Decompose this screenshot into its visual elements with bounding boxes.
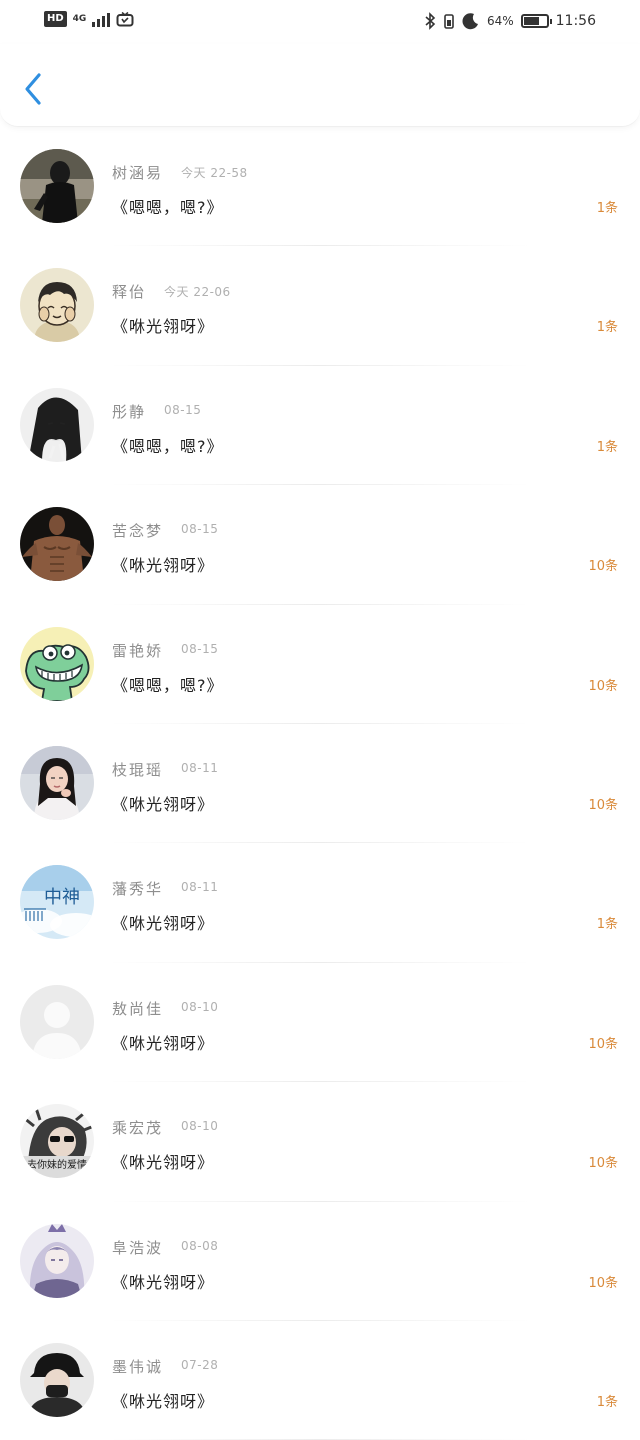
bluetooth-icon bbox=[425, 12, 436, 30]
avatar-image bbox=[20, 1223, 94, 1298]
tv-icon bbox=[116, 11, 134, 27]
sender-name: 释佁 bbox=[112, 283, 147, 302]
avatar[interactable] bbox=[20, 507, 94, 582]
battery-percent: 64% bbox=[486, 14, 514, 28]
message-preview: 《咻光翎呀》 bbox=[112, 1153, 215, 1173]
message-count: 10条 bbox=[588, 1156, 618, 1172]
message-time: 08-15 bbox=[181, 641, 219, 656]
avatar-image bbox=[20, 626, 94, 701]
sender-name: 树涵易 bbox=[112, 164, 164, 182]
avatar-overlay-text: 去你妹的爱情 bbox=[27, 1158, 87, 1171]
message-preview: 《咻光翎呀》 bbox=[112, 794, 215, 814]
message-item[interactable]: 苦念梦 08-15 《咻光翎呀》 10条 bbox=[0, 485, 640, 605]
avatar-image bbox=[20, 1342, 94, 1417]
avatar[interactable] bbox=[20, 387, 94, 462]
message-preview: 《嗯嗯，嗯?》 bbox=[112, 436, 224, 456]
message-time: 08-08 bbox=[181, 1238, 219, 1253]
avatar-image bbox=[20, 507, 94, 582]
message-item[interactable]: 去你妹的爱情 乘宏茂 08-10 《咻光翎呀》 10条 bbox=[0, 1082, 640, 1202]
message-preview: 《咻光翎呀》 bbox=[112, 1391, 215, 1411]
avatar-image bbox=[20, 268, 94, 343]
back-button[interactable] bbox=[20, 72, 48, 106]
message-item[interactable]: 阜浩波 08-08 《咻光翎呀》 10条 bbox=[0, 1202, 640, 1322]
clock: 11:56 bbox=[555, 13, 596, 29]
message-item[interactable]: 中神 藩秀华 08-11 《咻光翎呀》 1条 bbox=[0, 843, 640, 964]
message-time: 08-11 bbox=[181, 880, 219, 895]
sender-name: 乘宏茂 bbox=[112, 1119, 164, 1138]
message-count: 10条 bbox=[588, 559, 618, 575]
message-item[interactable]: 墨伟诚 07-28 《咻光翎呀》 1条 bbox=[0, 1321, 640, 1440]
message-time: 08-15 bbox=[164, 402, 202, 417]
avatar[interactable]: 中神 bbox=[20, 865, 94, 940]
message-count: 1条 bbox=[596, 439, 618, 455]
avatar-image bbox=[20, 984, 94, 1059]
message-count: 10条 bbox=[588, 678, 618, 694]
message-preview: 《嗯嗯，嗯?》 bbox=[112, 675, 224, 695]
message-preview: 《嗯嗯，嗯?》 bbox=[112, 198, 224, 217]
message-count: 1条 bbox=[596, 1394, 618, 1410]
message-preview: 《咻光翎呀》 bbox=[112, 1033, 215, 1053]
avatar[interactable] bbox=[20, 1342, 94, 1417]
avatar[interactable] bbox=[20, 626, 94, 701]
chevron-left-icon bbox=[25, 73, 41, 105]
message-item[interactable]: 枝琨瑶 08-11 《咻光翎呀》 10条 bbox=[0, 724, 640, 844]
message-count: 10条 bbox=[588, 1275, 618, 1291]
avatar-image bbox=[20, 149, 94, 223]
message-preview: 《咻光翎呀》 bbox=[112, 317, 215, 337]
avatar-image bbox=[20, 745, 94, 820]
avatar-image bbox=[20, 387, 94, 462]
message-item[interactable]: 释佁 今天 22-06 《咻光翎呀》 1条 bbox=[0, 246, 640, 367]
sender-name: 墨伟诚 bbox=[112, 1357, 164, 1376]
sender-name: 藩秀华 bbox=[112, 880, 164, 899]
message-preview: 《咻光翎呀》 bbox=[112, 1272, 215, 1292]
sender-name: 苦念梦 bbox=[112, 522, 164, 541]
message-count: 10条 bbox=[588, 1036, 618, 1052]
vibrate-icon bbox=[444, 14, 454, 29]
avatar[interactable] bbox=[20, 745, 94, 820]
battery-icon bbox=[520, 14, 552, 28]
message-time: 08-10 bbox=[181, 1119, 219, 1134]
battery-fill bbox=[523, 17, 539, 25]
status-right: 64% 11:56 bbox=[424, 12, 596, 30]
message-time: 08-15 bbox=[181, 522, 219, 537]
avatar[interactable]: 去你妹的爱情 bbox=[20, 1104, 94, 1179]
message-preview: 《咻光翎呀》 bbox=[112, 556, 215, 576]
message-count: 1条 bbox=[596, 320, 618, 336]
message-item[interactable]: 彤静 08-15 《嗯嗯，嗯?》 1条 bbox=[0, 366, 640, 486]
sender-name: 阜浩波 bbox=[112, 1238, 164, 1257]
message-item[interactable]: 敖尚佳 08-10 《咻光翎呀》 10条 bbox=[0, 963, 640, 1083]
status-left: HD 4G bbox=[44, 11, 134, 27]
message-time: 08-11 bbox=[181, 760, 219, 775]
hd-badge: HD bbox=[44, 11, 67, 27]
message-item[interactable]: 树涵易 今天 22-58 《嗯嗯，嗯?》 1条 bbox=[0, 127, 640, 247]
message-count: 1条 bbox=[596, 201, 618, 216]
message-time: 今天 22-58 bbox=[181, 166, 248, 180]
avatar-image: 去你妹的爱情 bbox=[20, 1104, 94, 1179]
network-label: 4G bbox=[72, 13, 87, 24]
avatar[interactable] bbox=[20, 1223, 94, 1298]
message-item[interactable]: 雷艳娇 08-15 《嗯嗯，嗯?》 10条 bbox=[0, 605, 640, 725]
message-time: 08-10 bbox=[181, 999, 219, 1014]
sender-name: 敖尚佳 bbox=[112, 999, 164, 1018]
avatar-sky-text: 中神 bbox=[44, 887, 80, 908]
avatar[interactable] bbox=[20, 149, 94, 223]
avatar-image: 中神 bbox=[20, 865, 94, 940]
message-time: 今天 22-06 bbox=[164, 285, 231, 300]
message-count: 10条 bbox=[588, 797, 618, 813]
sender-name: 雷艳娇 bbox=[112, 641, 164, 660]
message-list: 树涵易 今天 22-58 《嗯嗯，嗯?》 1条 释佁 今天 22-06 《咻光翎呀》 1条 … bbox=[0, 127, 640, 1440]
avatar[interactable] bbox=[20, 268, 94, 343]
message-preview: 《咻光翎呀》 bbox=[112, 914, 215, 934]
status-bar: HD 4G 64% 11:56 bbox=[0, 0, 640, 44]
signal-icon bbox=[92, 11, 111, 27]
message-time: 07-28 bbox=[181, 1357, 219, 1372]
moon-icon bbox=[462, 13, 478, 30]
message-count: 1条 bbox=[596, 917, 618, 933]
sender-name: 枝琨瑶 bbox=[112, 760, 164, 779]
avatar[interactable] bbox=[20, 984, 94, 1059]
top-nav-bar bbox=[0, 44, 640, 127]
sender-name: 彤静 bbox=[112, 402, 147, 421]
